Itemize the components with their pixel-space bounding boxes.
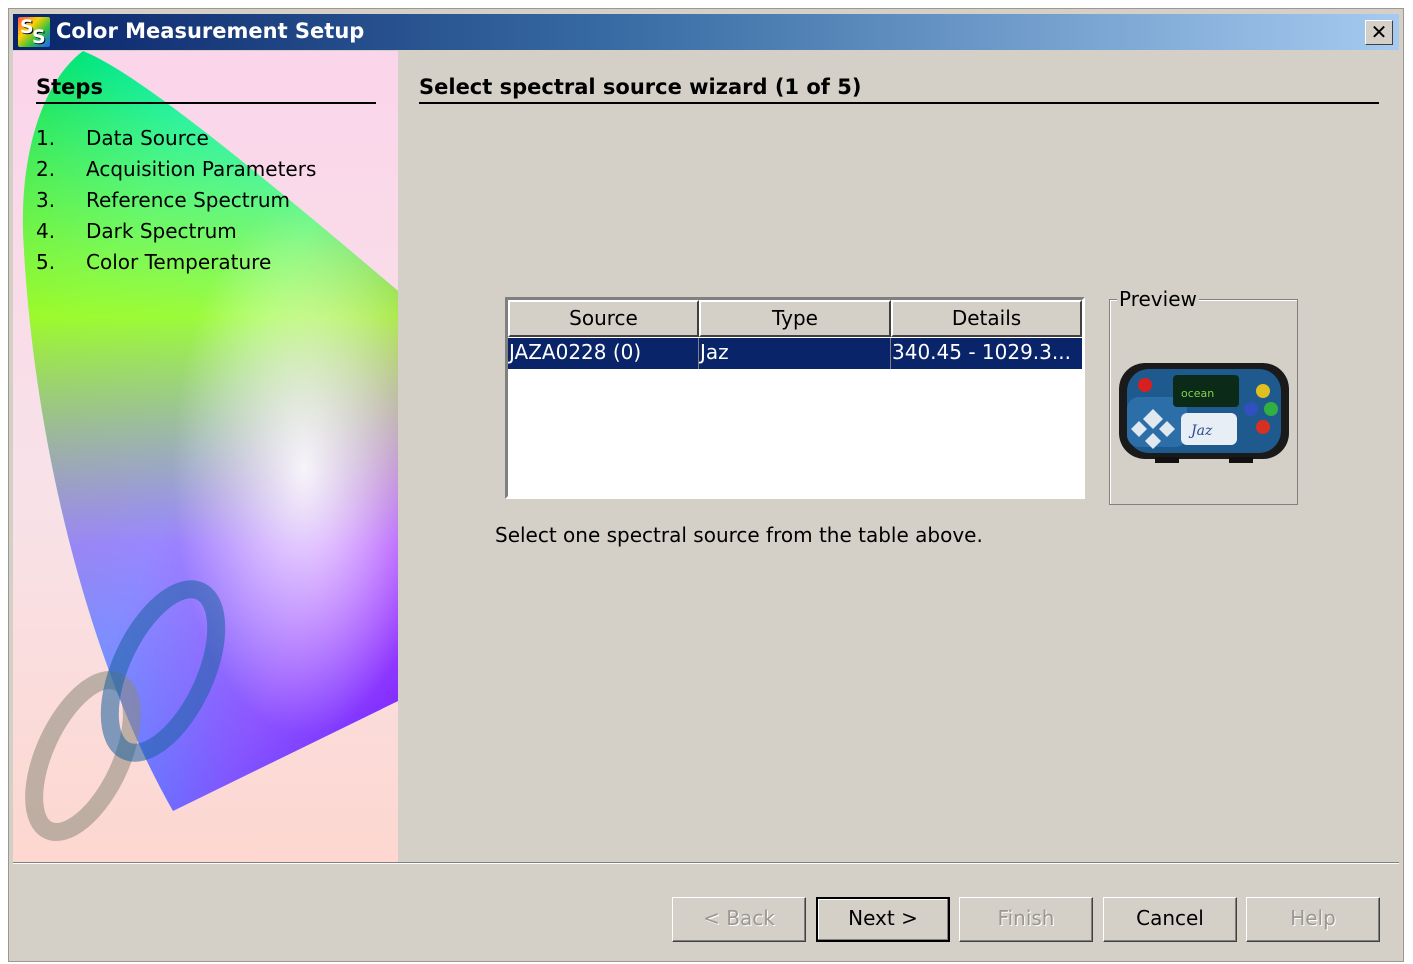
steps-heading: Steps: [36, 75, 103, 99]
wizard-window: SS Color Measurement Setup ✕ Steps 1. Da…: [8, 8, 1404, 962]
step-number: 1.: [36, 126, 56, 150]
table-header: Source Type Details: [508, 300, 1082, 337]
step-label: Data Source: [86, 126, 209, 150]
preview-brand-text: Jaz: [1188, 423, 1213, 439]
svg-text:ocean: ocean: [1181, 387, 1214, 400]
close-icon: ✕: [1370, 20, 1388, 44]
step-label: Reference Spectrum: [86, 188, 290, 212]
step-number: 4.: [36, 219, 56, 243]
step-label: Color Temperature: [86, 250, 272, 274]
steps-sidebar: Steps 1. Data Source 2. Acquisition Parame…: [13, 51, 398, 862]
step-label: Acquisition Parameters: [86, 157, 317, 181]
preview-label: Preview: [1117, 287, 1199, 311]
column-header-type[interactable]: Type: [699, 300, 891, 337]
back-button[interactable]: < Back: [672, 897, 806, 942]
cancel-button[interactable]: Cancel: [1103, 897, 1237, 942]
jaz-spectrometer-image: ocean Jaz: [1119, 363, 1289, 463]
step-item-reference-spectrum: 3. Reference Spectrum: [36, 188, 290, 212]
cell-type: Jaz: [699, 338, 891, 369]
page-title: Select spectral source wizard (1 of 5): [419, 75, 862, 99]
next-button[interactable]: Next >: [816, 897, 950, 942]
step-item-acquisition-parameters: 2. Acquisition Parameters: [36, 157, 316, 181]
step-item-data-source: 1. Data Source: [36, 126, 209, 150]
close-button[interactable]: ✕: [1365, 20, 1393, 45]
step-number: 2.: [36, 157, 56, 181]
column-header-source[interactable]: Source: [508, 300, 699, 337]
step-item-color-temperature: 5. Color Temperature: [36, 250, 271, 274]
cell-details: 340.45 - 1029.3...: [892, 340, 1071, 364]
finish-button[interactable]: Finish: [959, 897, 1093, 942]
title-bar[interactable]: SS Color Measurement Setup ✕: [13, 14, 1399, 50]
step-label: Dark Spectrum: [86, 219, 237, 243]
table-row[interactable]: JAZA0228 (0) Jaz 340.45 - 1029.3...: [508, 338, 1082, 369]
window-title: Color Measurement Setup: [56, 19, 365, 43]
help-button[interactable]: Help: [1246, 897, 1380, 942]
spectral-source-table[interactable]: Source Type Details JAZA0228 (0) Jaz 340…: [505, 297, 1085, 499]
title-divider: [419, 102, 1379, 104]
step-item-dark-spectrum: 4. Dark Spectrum: [36, 219, 237, 243]
step-number: 5.: [36, 250, 56, 274]
steps-divider: [36, 102, 376, 104]
cell-source: JAZA0228 (0): [508, 338, 699, 369]
column-header-details[interactable]: Details: [891, 300, 1082, 337]
step-number: 3.: [36, 188, 56, 212]
instruction-text: Select one spectral source from the tabl…: [495, 523, 983, 547]
spectrasuite-icon: SS: [18, 16, 50, 48]
